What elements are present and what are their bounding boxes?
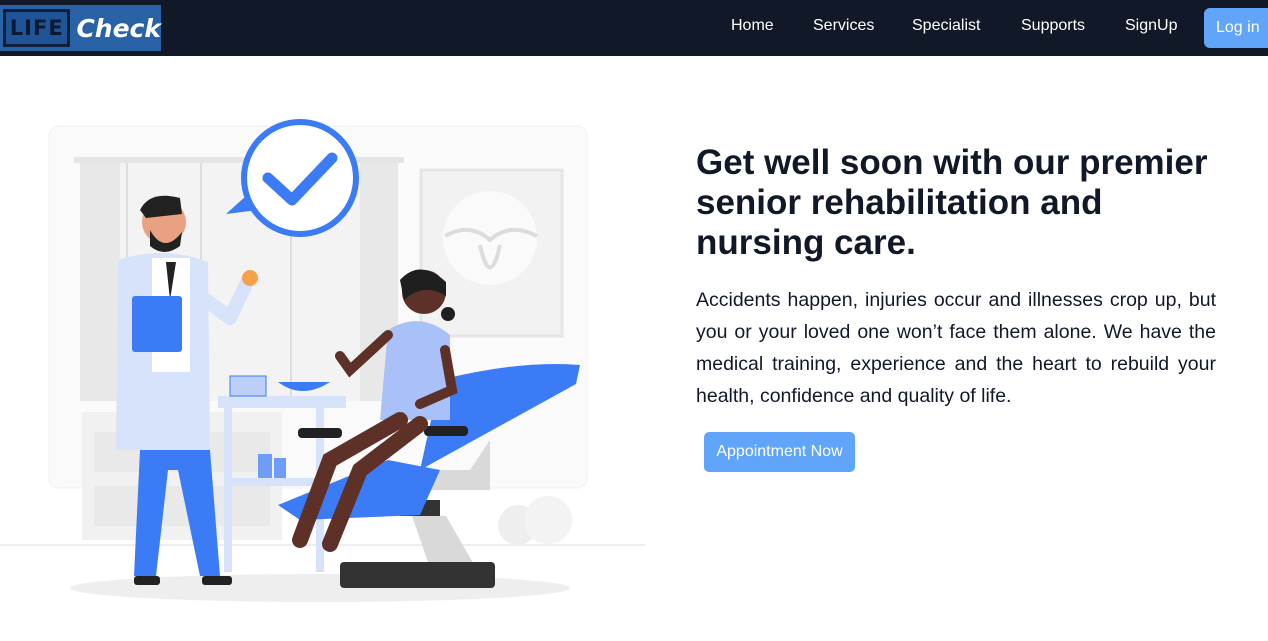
nav-home-link[interactable]: Home: [731, 17, 774, 35]
appointment-now-button[interactable]: Appointment Now: [704, 432, 855, 472]
hero-headline: Get well soon with our premier senior re…: [696, 143, 1208, 262]
hero-description: Accidents happen, injuries occur and ill…: [696, 289, 1216, 407]
main-nav: Home Services Specialist Supports SignUp: [0, 0, 1268, 56]
doctor-patient-illustration: [0, 119, 645, 602]
nav-specialist-link[interactable]: Specialist: [912, 17, 980, 35]
nav-services-link[interactable]: Services: [813, 17, 874, 35]
login-button[interactable]: Log in: [1204, 8, 1268, 48]
top-navbar: LIFE Check Home Services Specialist Supp…: [0, 0, 1268, 56]
nav-supports-link[interactable]: Supports: [1021, 17, 1085, 35]
nav-signup-link[interactable]: SignUp: [1125, 17, 1177, 35]
